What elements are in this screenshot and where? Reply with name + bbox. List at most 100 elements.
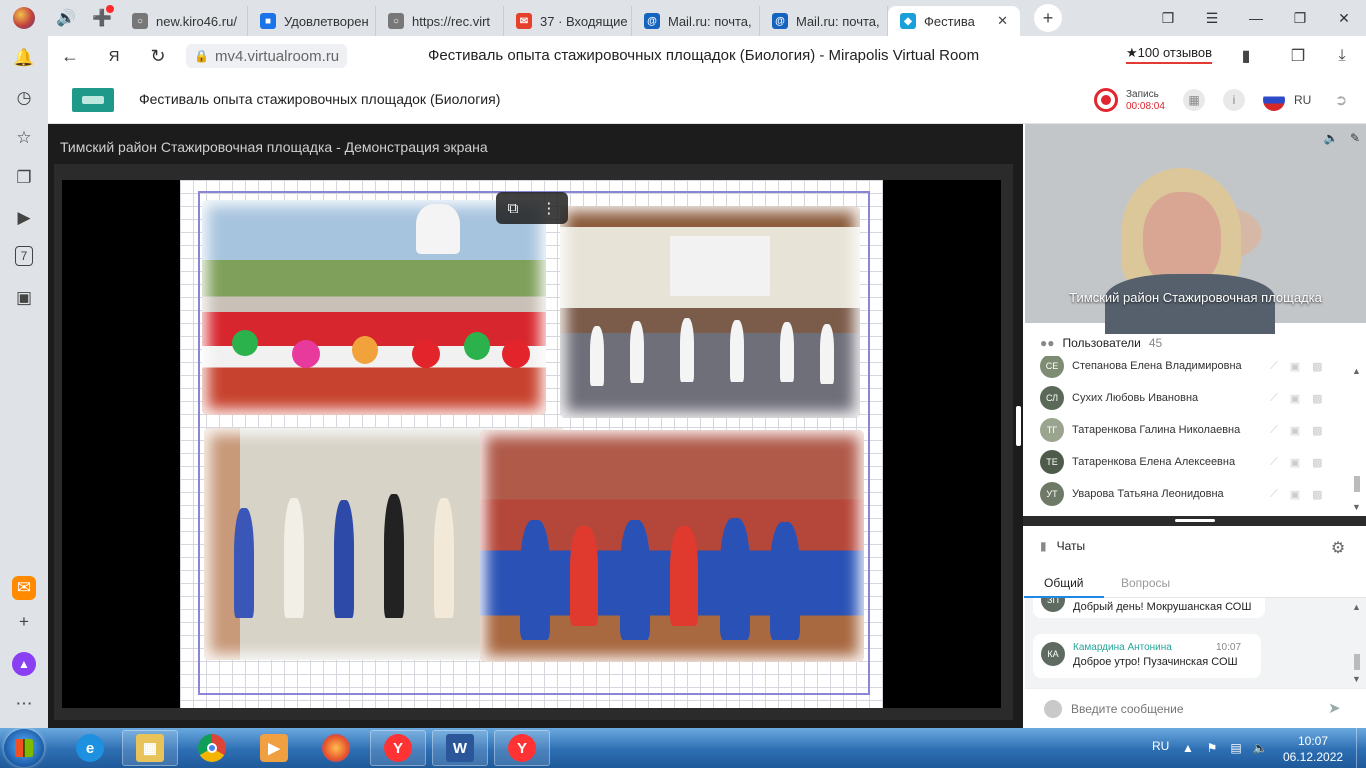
play-icon[interactable]: ▶ [12,206,36,230]
tray-volume-icon[interactable]: 🔈 [1252,740,1268,756]
download-icon[interactable]: ⤓ [1330,44,1354,68]
chat-scrollbar[interactable]: ▲ ▼ [1350,600,1364,686]
list-item[interactable]: ТЕ Татаренкова Елена Алексеевна ⟋ ▣ ▩ [1025,446,1349,478]
menu-icon[interactable]: ☰ [1190,0,1234,36]
tabs-manager-icon[interactable]: ❒ [1146,0,1190,36]
yandex-browser-icon-2[interactable]: Y [494,730,550,766]
scroll-up-icon[interactable]: ▲ [1352,366,1361,376]
tab-4[interactable]: ✉ 37 · Входящие [504,6,632,36]
folder-icon[interactable]: ▦ [1183,89,1205,111]
scroll-up-icon[interactable]: ▲ [1352,602,1361,612]
gear-icon[interactable]: ⚙ [1328,538,1348,558]
system-clock[interactable]: 10:07 06.12.2022 [1283,733,1343,765]
mic-off-icon[interactable]: ⟋ [1270,360,1278,373]
mic-off-icon[interactable]: ⟋ [1270,424,1278,437]
yandex-browser-icon[interactable]: Y [370,730,426,766]
exit-icon[interactable]: ➲ [1331,90,1351,110]
screenshot-icon[interactable]: ▣ [12,286,36,310]
camera-icon[interactable]: ▣ [1290,360,1300,373]
camera-icon[interactable]: ▣ [1290,424,1300,437]
collections-icon[interactable]: ❐ [12,166,36,190]
url-field[interactable]: 🔒 mv4.virtualroom.ru [186,44,348,68]
history-icon[interactable]: ◷ [12,86,36,110]
back-button[interactable]: ← [48,36,92,76]
send-icon[interactable]: ➤ [1328,699,1348,719]
list-item[interactable]: СЕ Степанова Елена Владимировна ⟋ ▣ ▩ [1025,356,1349,382]
screen-icon[interactable]: ▩ [1312,360,1322,373]
show-desktop-button[interactable] [1356,728,1366,768]
browser-logo-icon[interactable] [0,0,48,36]
open-external-icon[interactable]: ⧉ [508,200,519,217]
chats-header: ▮ Чаты [1040,539,1086,553]
close-tab-icon[interactable]: ✕ [997,13,1008,29]
tab-3[interactable]: ○ https://rec.virt [376,6,504,36]
file-explorer-icon[interactable]: ▦ [122,730,178,766]
panel-splitter[interactable] [1023,516,1366,526]
audio-tab-icon[interactable]: 🔊 [48,0,84,36]
russian-flag-icon[interactable] [1263,89,1285,111]
info-icon[interactable]: i [1223,89,1245,111]
camera-icon[interactable]: ▣ [1290,488,1300,501]
panel-resize-handle[interactable] [1016,406,1021,446]
new-tab-plus-icon[interactable]: ➕ [84,0,120,36]
media-player-icon[interactable]: ▶ [246,730,302,766]
emoji-icon[interactable] [1044,700,1062,718]
yandex-button[interactable]: Я [92,36,136,76]
start-button[interactable] [4,729,44,767]
mail-app-icon[interactable]: ✉ [12,576,36,600]
add-tab-button[interactable]: + [1034,4,1062,32]
camera-icon[interactable]: ▣ [1290,456,1300,469]
reload-button[interactable]: ↻ [136,36,180,76]
tab-general[interactable]: Общий [1024,576,1103,598]
message-input[interactable] [1071,699,1321,719]
tray-expand-icon[interactable]: ▲ [1180,740,1196,756]
scroll-down-icon[interactable]: ▼ [1352,502,1361,512]
screen-icon[interactable]: ▩ [1312,456,1322,469]
camera-icon[interactable]: ▣ [1290,392,1300,405]
avatar: ТГ [1040,418,1064,442]
word-icon[interactable]: W [432,730,488,766]
tray-language[interactable]: RU [1152,739,1169,753]
screen-icon[interactable]: ▩ [1312,392,1322,405]
bookmark-icon[interactable]: ▮ [1234,44,1258,68]
mic-off-icon[interactable]: ⟋ [1270,456,1278,469]
internet-explorer-icon[interactable]: e [62,730,118,766]
tab-2[interactable]: ■ Удовлетворен [248,6,376,36]
scroll-down-icon[interactable]: ▼ [1352,674,1361,684]
mic-off-icon[interactable]: ⟋ [1270,392,1278,405]
language-label[interactable]: RU [1294,93,1311,107]
users-scrollbar[interactable]: ▲ ▼ [1350,362,1364,516]
screen-icon[interactable]: ▩ [1312,488,1322,501]
list-item[interactable]: ТГ Татаренкова Галина Николаевна ⟋ ▣ ▩ [1025,414,1349,446]
record-icon[interactable] [1094,88,1118,112]
more-options-icon[interactable]: ⋮ [541,199,556,217]
volume-icon[interactable]: 🔈 [1321,128,1341,148]
restore-icon[interactable]: ❐ [1278,0,1322,36]
tab-5[interactable]: @ Mail.ru: почта, [632,6,760,36]
tab-1[interactable]: ○ new.kiro46.ru/ [120,6,248,36]
tray-network-icon[interactable]: ▤ [1228,740,1244,756]
calendar-icon[interactable]: 7 [15,246,33,266]
list-item[interactable]: УТ Уварова Татьяна Леонидовна ⟋ ▣ ▩ [1025,478,1349,510]
tab-active[interactable]: ◆ Фестива ✕ [888,6,1020,36]
bookmarks-star-icon[interactable]: ☆ [12,126,36,150]
alice-icon[interactable]: ▲ [12,652,36,676]
add-panel-icon[interactable]: + [12,610,36,634]
reviews-link[interactable]: ★100 отзывов [1126,45,1213,64]
pin-icon[interactable]: ✎ [1345,128,1365,148]
tray-flag-icon[interactable]: ⚑ [1204,740,1220,756]
minimize-icon[interactable]: — [1234,0,1278,36]
tab-6[interactable]: @ Mail.ru: почта, [760,6,888,36]
chrome-icon[interactable] [184,730,240,766]
lock-icon: 🔒 [194,49,209,63]
mailru-icon: @ [772,13,788,29]
screen-icon[interactable]: ▩ [1312,424,1322,437]
mic-off-icon[interactable]: ⟋ [1270,488,1278,501]
list-item[interactable]: СЛ Сухих Любовь Ивановна ⟋ ▣ ▩ [1025,382,1349,414]
firefox-icon[interactable] [308,730,364,766]
extensions-icon[interactable]: ❒ [1286,44,1310,68]
bell-icon[interactable]: 🔔 [12,46,36,70]
more-icon[interactable]: ⋯ [12,692,36,716]
close-window-icon[interactable]: ✕ [1322,0,1366,36]
tab-questions[interactable]: Вопросы [1121,576,1170,590]
